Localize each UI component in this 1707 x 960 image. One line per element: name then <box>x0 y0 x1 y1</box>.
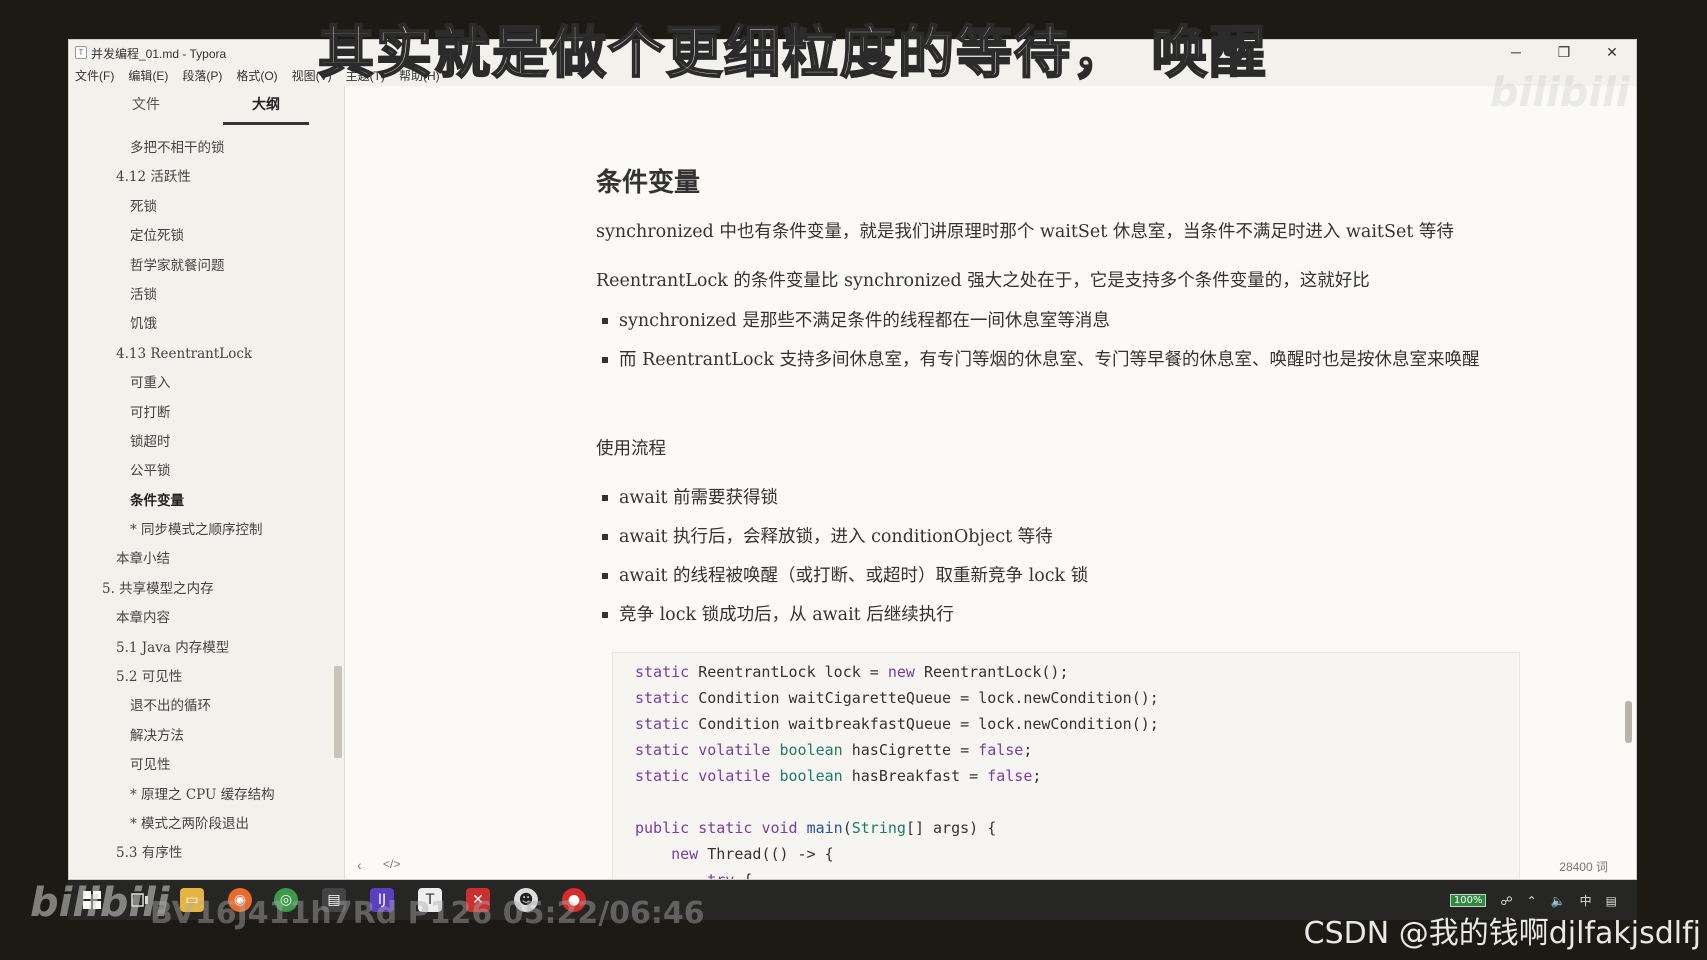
section-heading: 条件变量 <box>596 168 701 198</box>
menu-file[interactable]: 文件(F) <box>75 67 114 84</box>
paragraph-1: synchronized 中也有条件变量，就是我们讲原理时那个 waitSet … <box>596 222 1454 242</box>
outline-item[interactable]: 多把不相干的锁 <box>69 134 332 163</box>
list-item: 竞争 lock 锁成功后，从 await 后继续执行 <box>602 600 1519 630</box>
sidebar-scrollbar[interactable] <box>334 666 342 758</box>
minimize-button[interactable]: ─ <box>1492 40 1540 64</box>
outline-item[interactable]: 哲学家就餐问题 <box>69 252 332 281</box>
network-icon[interactable]: ☍ <box>1500 894 1512 908</box>
outline-item[interactable]: * 同步模式之顺序控制 <box>69 516 332 545</box>
code-block[interactable]: static ReentrantLock lock = new Reentran… <box>612 652 1520 879</box>
typora-app-icon: T <box>75 46 87 59</box>
code-line: static Condition waitCigaretteQueue = lo… <box>635 689 1159 707</box>
battery-indicator[interactable]: 100% <box>1449 894 1487 907</box>
maximize-button[interactable]: ❐ <box>1540 40 1588 64</box>
source-mode-button[interactable]: </> <box>383 857 400 871</box>
editor-content: 条件变量 synchronized 中也有条件变量，就是我们讲原理时那个 wai… <box>345 86 1636 879</box>
outline-list: 多把不相干的锁 4.12 活跃性 死锁 定位死锁 哲学家就餐问题 活锁 饥饿 4.13 Ree… <box>69 134 332 869</box>
code-line: public static void main(String[] args) { <box>635 819 997 837</box>
csdn-watermark: CSDN @我的钱啊djlfakjsdlfj <box>1303 916 1701 951</box>
outline-item[interactable]: 4.12 活跃性 <box>69 163 332 192</box>
outline-item[interactable]: 本章小结 <box>69 545 332 574</box>
flow-title: 使用流程 <box>596 439 666 459</box>
outline-item[interactable]: 定位死锁 <box>69 222 332 251</box>
outline-item[interactable]: 本章内容 <box>69 604 332 633</box>
video-subtitle: 其实就是做个更细粒度的等待， 唤醒 <box>317 20 1268 87</box>
video-id-watermark: BV16J411h7Rd P126 05:22/06:46 <box>150 896 705 931</box>
outline-item[interactable]: 可见性 <box>69 751 332 780</box>
chevron-up-icon[interactable]: ⌃ <box>1527 894 1537 908</box>
code-line: static volatile boolean hasCigrette = fa… <box>635 741 1033 759</box>
list-item: 而 ReentrantLock 支持多间休息室，有专门等烟的休息室、专门等早餐的… <box>602 345 1519 375</box>
ime-indicator[interactable]: 中 <box>1580 892 1592 909</box>
outline-item[interactable]: 5.2 可见性 <box>69 663 332 692</box>
tab-outline[interactable]: 大纲 <box>252 94 280 114</box>
volume-icon[interactable]: 🔈 <box>1551 894 1566 908</box>
list-item: await 执行后，会释放锁，进入 conditionObject 等待 <box>602 522 1519 552</box>
outline-item[interactable]: 公平锁 <box>69 457 332 486</box>
system-tray: 100% ☍ ⌃ 🔈 中 ▤ <box>1449 892 1617 909</box>
menu-format[interactable]: 格式(O) <box>236 67 277 84</box>
sidebar: 文件 大纲 多把不相干的锁 4.12 活跃性 死锁 定位死锁 哲学家就餐问题 活锁 饥饿 4.… <box>69 86 345 879</box>
list-item: synchronized 是那些不满足条件的线程都在一间休息室等消息 <box>602 306 1519 336</box>
outline-item[interactable]: * 原理之 CPU 缓存结构 <box>69 781 332 810</box>
code-line: static Condition waitbreakfastQueue = lo… <box>635 715 1159 733</box>
menu-paragraph[interactable]: 段落(P) <box>182 67 222 84</box>
typora-window: T 并发编程_01.md - Typora ─ ❐ ✕ 文件(F) 编辑(E) … <box>68 39 1637 880</box>
outline-item[interactable]: * 模式之两阶段退出 <box>69 810 332 839</box>
window-controls: ─ ❐ ✕ <box>1492 40 1636 64</box>
code-line: static ReentrantLock lock = new Reentran… <box>635 663 1069 681</box>
status-bar: ‹ </> 28400 词 <box>345 851 1636 879</box>
outline-item[interactable]: 条件变量 <box>69 487 332 516</box>
outline-item[interactable]: 活锁 <box>69 281 332 310</box>
outline-item[interactable]: 4.13 ReentrantLock <box>69 340 332 369</box>
window-title: 并发编程_01.md - Typora <box>91 47 227 61</box>
code-line: static volatile boolean hasBreakfast = f… <box>635 767 1042 785</box>
outline-item[interactable]: 锁超时 <box>69 428 332 457</box>
paragraph-2: ReentrantLock 的条件变量比 synchronized 强大之处在于… <box>596 271 1370 291</box>
toggle-sidebar-button[interactable]: ‹ <box>357 857 362 873</box>
editor-scrollbar[interactable] <box>1625 701 1632 743</box>
outline-item[interactable]: 可重入 <box>69 369 332 398</box>
word-count[interactable]: 28400 词 <box>1559 858 1608 875</box>
list-item: await 的线程被唤醒（或打断、或超时）取重新竞争 lock 锁 <box>602 561 1519 591</box>
outline-item[interactable]: 退不出的循环 <box>69 692 332 721</box>
active-tab-indicator <box>223 122 309 125</box>
list-item: await 前需要获得锁 <box>602 483 1519 513</box>
sidebar-tabs: 文件 大纲 <box>69 86 344 126</box>
outline-item[interactable]: 5.1 Java 内存模型 <box>69 634 332 663</box>
outline-item[interactable]: 死锁 <box>69 193 332 222</box>
outline-item[interactable]: 可打断 <box>69 399 332 428</box>
tab-files[interactable]: 文件 <box>132 94 160 114</box>
screen: T 并发编程_01.md - Typora ─ ❐ ✕ 文件(F) 编辑(E) … <box>0 0 1707 960</box>
menu-edit[interactable]: 编辑(E) <box>128 67 168 84</box>
outline-item[interactable]: 5. 共享模型之内存 <box>69 575 332 604</box>
notification-icon[interactable]: ▤ <box>1606 894 1617 908</box>
bilibili-watermark: bilibili <box>30 880 170 926</box>
outline-item[interactable]: 饥饿 <box>69 310 332 339</box>
outline-item[interactable]: 解决方法 <box>69 722 332 751</box>
close-button[interactable]: ✕ <box>1588 40 1636 64</box>
bilibili-logo: bilibili <box>1490 70 1630 116</box>
outline-item[interactable]: 5.3 有序性 <box>69 839 332 868</box>
